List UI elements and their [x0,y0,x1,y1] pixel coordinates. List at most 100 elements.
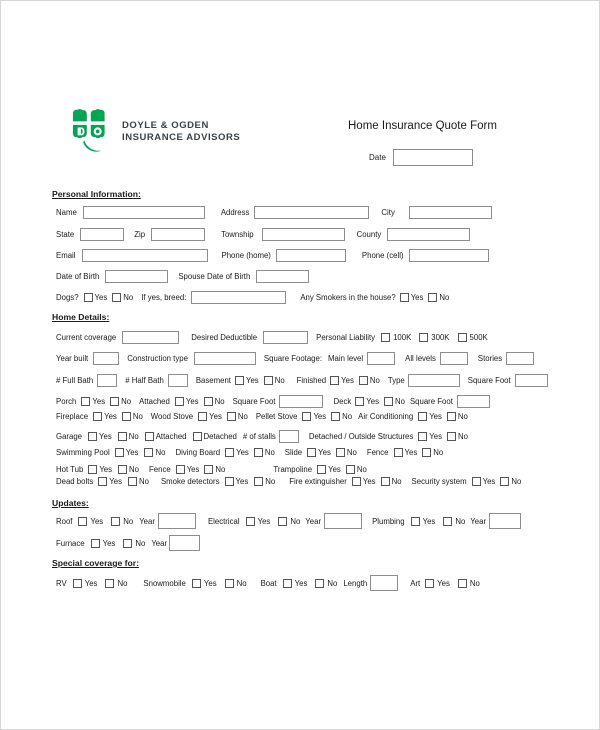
security-system-yes-checkbox[interactable] [471,477,481,486]
wood-stove-no-checkbox[interactable] [226,412,236,421]
smoke-detectors-yes-checkbox[interactable] [224,477,234,486]
dead-bolts-no-checkbox[interactable] [128,477,138,486]
year-built-input[interactable] [93,352,120,365]
trampoline-yes-checkbox[interactable] [317,465,327,474]
city-input[interactable] [408,206,492,219]
roof-no-checkbox[interactable] [111,516,121,526]
fireplace-no-checkbox[interactable] [121,412,131,421]
roof-yes-checkbox[interactable] [78,516,88,526]
dogs-yes-checkbox[interactable] [83,293,93,302]
swimming-pool-no-checkbox[interactable] [144,448,154,457]
fire-extinguisher-yes-checkbox[interactable] [351,477,361,486]
fence-no-checkbox[interactable] [204,465,214,474]
desired-deductible-input[interactable] [263,331,309,344]
hot-tub-yes-checkbox[interactable] [88,465,98,474]
swimming-pool-yes-checkbox[interactable] [114,448,124,457]
all-levels-input[interactable] [439,352,468,365]
electrical-year-input[interactable] [324,513,363,529]
outside-structures-no-checkbox[interactable] [447,432,457,441]
porch-sqft-input[interactable] [279,395,324,408]
trampoline-no-checkbox[interactable] [345,465,355,474]
plumbing-yes-checkbox[interactable] [410,516,420,526]
finished-no-checkbox[interactable] [358,376,368,385]
main-level-input[interactable] [367,352,396,365]
porch-attached-yes-checkbox[interactable] [174,397,184,406]
garage-yes-checkbox[interactable] [88,432,98,441]
fire-extinguisher-no-checkbox[interactable] [380,477,390,486]
porch-no-checkbox[interactable] [110,397,120,406]
smokers-no-checkbox[interactable] [428,293,438,302]
diving-board-yes-checkbox[interactable] [225,448,235,457]
liability-300k-checkbox[interactable] [419,333,429,342]
diving-board-no-checkbox[interactable] [253,448,263,457]
art-no-checkbox[interactable] [457,578,467,588]
dead-bolts-yes-checkbox[interactable] [98,477,108,486]
garage-attached-checkbox[interactable] [144,432,154,441]
electrical-no-checkbox[interactable] [278,516,288,526]
phone-home-input[interactable] [275,249,346,262]
address-input[interactable] [254,206,370,219]
rv-no-checkbox[interactable] [105,578,115,588]
garage-detached-checkbox[interactable] [192,432,202,441]
pellet-stove-yes-checkbox[interactable] [302,412,312,421]
porch-yes-checkbox[interactable] [81,397,91,406]
air-conditioning-yes-checkbox[interactable] [418,412,428,421]
dogs-no-checkbox[interactable] [112,293,122,302]
state-input[interactable] [80,228,125,241]
basement-sqft-input[interactable] [514,374,548,387]
email-input[interactable] [81,249,208,262]
pool-fence-no-checkbox[interactable] [422,448,432,457]
plumbing-year-input[interactable] [489,513,522,529]
construction-type-input[interactable] [193,352,256,365]
zip-input[interactable] [151,228,206,241]
basement-type-input[interactable] [407,374,460,387]
deck-sqft-input[interactable] [456,395,490,408]
half-bath-input[interactable] [167,374,188,387]
county-input[interactable] [387,228,471,241]
hot-tub-no-checkbox[interactable] [118,465,128,474]
art-yes-checkbox[interactable] [425,578,435,588]
length-input[interactable] [370,575,399,591]
snowmobile-yes-checkbox[interactable] [191,578,201,588]
air-conditioning-no-checkbox[interactable] [446,412,456,421]
boat-yes-checkbox[interactable] [282,578,292,588]
smokers-yes-checkbox[interactable] [399,293,409,302]
boat-no-checkbox[interactable] [315,578,325,588]
phone-cell-input[interactable] [408,249,489,262]
basement-no-checkbox[interactable] [263,376,273,385]
plumbing-no-checkbox[interactable] [443,516,453,526]
outside-structures-yes-checkbox[interactable] [418,432,428,441]
furnace-yes-checkbox[interactable] [90,538,100,548]
rv-yes-checkbox[interactable] [72,578,82,588]
basement-yes-checkbox[interactable] [234,376,244,385]
deck-yes-checkbox[interactable] [355,397,365,406]
stalls-input[interactable] [278,430,299,443]
slide-yes-checkbox[interactable] [307,448,317,457]
liability-500k-checkbox[interactable] [457,333,467,342]
name-input[interactable] [82,206,205,219]
date-input[interactable] [392,149,473,166]
dob-input[interactable] [105,270,169,283]
deck-no-checkbox[interactable] [383,397,393,406]
liability-100k-checkbox[interactable] [381,333,391,342]
slide-no-checkbox[interactable] [335,448,345,457]
fireplace-yes-checkbox[interactable] [93,412,103,421]
roof-year-input[interactable] [157,513,196,529]
spouse-dob-input[interactable] [256,270,310,283]
security-system-no-checkbox[interactable] [500,477,510,486]
pool-fence-yes-checkbox[interactable] [393,448,403,457]
garage-no-checkbox[interactable] [117,432,127,441]
full-bath-input[interactable] [97,374,118,387]
snowmobile-no-checkbox[interactable] [224,578,234,588]
electrical-yes-checkbox[interactable] [245,516,255,526]
current-coverage-input[interactable] [122,331,180,344]
furnace-year-input[interactable] [169,535,201,551]
finished-yes-checkbox[interactable] [330,376,340,385]
smoke-detectors-no-checkbox[interactable] [254,477,264,486]
fence-yes-checkbox[interactable] [175,465,185,474]
pellet-stove-no-checkbox[interactable] [331,412,341,421]
porch-attached-no-checkbox[interactable] [203,397,213,406]
stories-input[interactable] [506,352,535,365]
township-input[interactable] [261,228,345,241]
breed-input[interactable] [191,291,287,304]
